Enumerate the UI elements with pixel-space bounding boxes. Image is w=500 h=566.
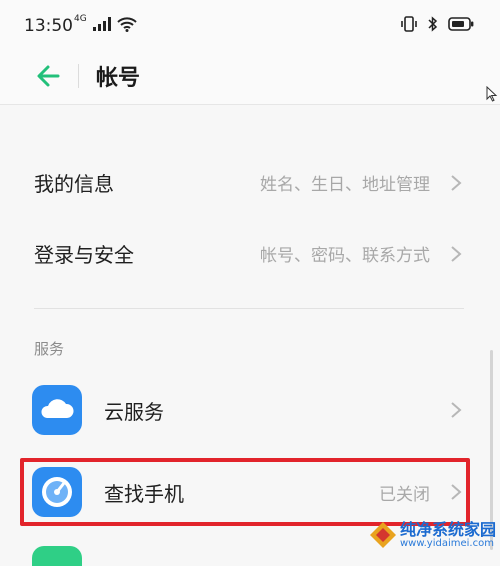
cursor-icon <box>486 86 498 102</box>
header: 帐号 <box>0 48 500 105</box>
section-label-services: 服务 <box>34 340 65 358</box>
row-label: 登录与安全 <box>34 243 134 267</box>
row-label: 我的信息 <box>34 172 114 196</box>
status-icons-right <box>400 16 474 32</box>
page-title: 帐号 <box>96 66 141 91</box>
watermark-text: 纯净系统家园 <box>400 520 497 539</box>
row-label: 云服务 <box>104 400 164 424</box>
chevron-right-icon <box>451 246 462 262</box>
cloud-icon <box>32 385 82 435</box>
wifi-icon <box>117 17 137 32</box>
battery-icon <box>448 17 474 31</box>
row-value: 帐号、密码、联系方式 <box>260 246 430 266</box>
signal-icon <box>92 17 111 31</box>
row-value: 姓名、生日、地址管理 <box>260 175 430 195</box>
status-bar: 13:50 4G <box>0 0 500 48</box>
watermark: 纯净系统家园 www.yidaimei.com <box>366 512 500 558</box>
vibrate-icon <box>401 16 417 32</box>
chevron-right-icon <box>451 402 462 418</box>
status-time: 13:50 <box>24 16 73 36</box>
row-login-security[interactable]: 登录与安全 帐号、密码、联系方式 <box>0 222 500 286</box>
back-arrow-icon[interactable] <box>34 62 62 90</box>
chevron-right-icon <box>451 175 462 191</box>
bluetooth-icon <box>428 16 438 32</box>
row-my-info[interactable]: 我的信息 姓名、生日、地址管理 <box>0 151 500 215</box>
watermark-logo-icon <box>370 522 396 548</box>
section-divider <box>34 308 464 309</box>
watermark-url: www.yidaimei.com <box>400 538 494 549</box>
app-icon-partial <box>32 546 82 566</box>
status-icons-left: 4G <box>74 14 137 32</box>
network-label: 4G <box>74 14 87 24</box>
settings-content: 我的信息 姓名、生日、地址管理 登录与安全 帐号、密码、联系方式 服务 云服务 <box>0 105 500 566</box>
header-divider <box>78 64 79 88</box>
row-cloud-service[interactable]: 云服务 <box>0 375 500 445</box>
